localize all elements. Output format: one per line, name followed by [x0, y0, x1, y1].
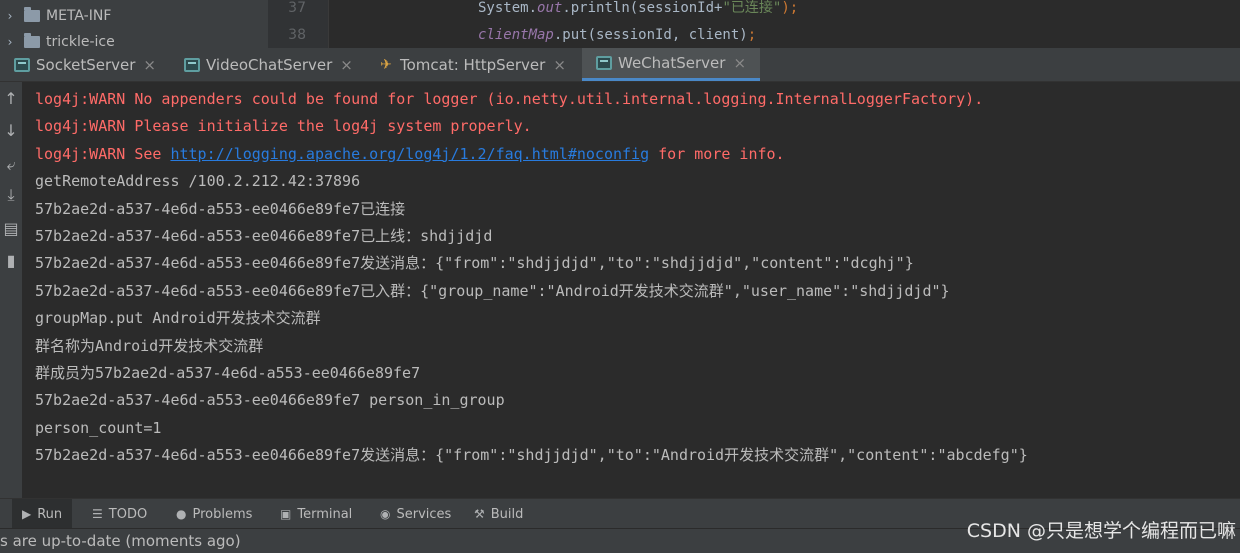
tab-label: Build [490, 506, 524, 522]
console-text: person_count=1 [35, 418, 162, 437]
tab-socketserver[interactable]: SocketServer × [14, 48, 156, 81]
tab-label: Run [37, 506, 63, 522]
expand-arrow-icon[interactable]: › [0, 35, 20, 48]
services-icon: ◉ [380, 507, 391, 521]
tab-tomcat-httpserver[interactable]: ✈ Tomcat: HttpServer × [378, 48, 566, 81]
editor-fold-area [328, 0, 397, 48]
close-icon[interactable]: × [733, 54, 746, 72]
status-message: s are up-to-date (moments ago) [0, 532, 241, 550]
code-token: ; [747, 27, 757, 43]
code-token: .put(sessionId, client) [553, 27, 748, 43]
console-line: log4j:WARN See http://logging.apache.org… [35, 141, 785, 168]
tab-label: SocketServer [36, 55, 136, 74]
code-line[interactable]: System.out.println(sessionId+"已连接"); [478, 0, 798, 20]
tab-terminal[interactable]: ▣ Terminal [280, 499, 352, 529]
console-output[interactable]: log4j:WARN No appenders could be found f… [22, 82, 1240, 498]
folder-icon [24, 33, 40, 48]
console-text: 57b2ae2d-a537-4e6d-a553-ee0466e89fe7发送消息… [35, 446, 1028, 465]
folder-icon [24, 7, 40, 22]
code-token: .println(sessionId+ [562, 0, 723, 16]
console-line: 57b2ae2d-a537-4e6d-a553-ee0466e89fe7 per… [35, 387, 505, 414]
tab-todo[interactable]: ☰ TODO [92, 499, 147, 529]
scroll-up-icon[interactable]: ↑ [0, 88, 22, 110]
console-text: log4j:WARN No appenders could be found f… [35, 90, 984, 108]
print-icon[interactable]: ▤ [0, 218, 22, 240]
console-icon [596, 56, 612, 70]
tomcat-icon: ✈ [380, 56, 392, 73]
line-number: 37 [288, 0, 306, 16]
editor-gutter: 37 38 [268, 0, 328, 48]
tab-problems[interactable]: ● Problems [176, 499, 252, 529]
close-icon[interactable]: × [553, 56, 566, 74]
close-icon[interactable]: × [340, 56, 353, 74]
console-text: 57b2ae2d-a537-4e6d-a553-ee0466e89fe7已连接 [35, 199, 406, 218]
console-line: 57b2ae2d-a537-4e6d-a553-ee0466e89fe7已上线：… [35, 223, 492, 250]
console-text: 群成员为57b2ae2d-a537-4e6d-a553-ee0466e89fe7 [35, 364, 421, 382]
console-line: log4j:WARN Please initialize the log4j s… [35, 113, 532, 140]
tab-label: Terminal [297, 506, 353, 522]
tab-label: TODO [108, 506, 148, 522]
console-icon [14, 57, 30, 72]
console-text: getRemoteAddress /100.2.212.42:37896 [35, 172, 361, 191]
tab-services[interactable]: ◉ Services [380, 499, 451, 529]
console-text: log4j:WARN See [35, 144, 171, 163]
run-config-tabs: SocketServer × VideoChatServer × ✈ Tomca… [0, 48, 1240, 82]
console-text: for more info. [649, 144, 785, 163]
tab-label: Services [396, 506, 452, 522]
tab-run[interactable]: ▶ Run [12, 499, 73, 529]
code-token: clientMap [478, 27, 554, 43]
problems-icon: ● [176, 507, 187, 521]
console-line: 57b2ae2d-a537-4e6d-a553-ee0466e89fe7发送消息… [35, 442, 1028, 469]
tab-build[interactable]: ⚒ Build [474, 499, 523, 529]
code-token: ); [781, 0, 799, 16]
console-text: groupMap.put Android开发技术交流群 [35, 309, 321, 328]
console-line: getRemoteAddress /100.2.212.42:37896 [35, 168, 360, 195]
code-token: out [537, 0, 563, 16]
console-text: log4j:WARN Please initialize the log4j s… [35, 117, 532, 136]
console-text: 57b2ae2d-a537-4e6d-a553-ee0466e89fe7已上线：… [35, 227, 493, 245]
line-number: 38 [288, 27, 306, 43]
console-line: 57b2ae2d-a537-4e6d-a553-ee0466e89fe7已连接 [35, 196, 405, 223]
todo-icon: ☰ [92, 507, 103, 521]
console-line: 57b2ae2d-a537-4e6d-a553-ee0466e89fe7已入群：… [35, 278, 950, 305]
scroll-down-icon[interactable]: ↓ [0, 120, 22, 142]
tab-videochatserver[interactable]: VideoChatServer × [184, 48, 353, 81]
run-left-toolbar: ↑ ↓ ⤶ ⤓ ▤ ▮ [0, 82, 22, 498]
tree-item-label: trickle-ice [46, 34, 115, 48]
tab-label: VideoChatServer [206, 55, 333, 74]
tab-label: Tomcat: HttpServer [400, 55, 546, 74]
console-link[interactable]: http://logging.apache.org/log4j/1.2/faq.… [170, 145, 649, 163]
console-text: 57b2ae2d-a537-4e6d-a553-ee0466e89fe7 per… [35, 391, 505, 410]
code-token: "已连接" [722, 0, 782, 16]
code-token: System. [478, 0, 538, 16]
console-line: groupMap.put Android开发技术交流群 [35, 305, 321, 332]
code-line[interactable]: clientMap.put(sessionId, client); [478, 23, 756, 47]
console-line: person_count=1 [35, 415, 161, 442]
close-icon[interactable]: × [143, 56, 156, 74]
tree-item-label: META-INF [46, 8, 112, 24]
console-icon [184, 57, 200, 72]
tab-wechatserver[interactable]: WeChatServer × [582, 48, 761, 81]
watermark: CSDN @只是想学个编程而已嘛 [966, 520, 1236, 542]
tree-item-trickle-ice[interactable]: › trickle-ice [0, 29, 115, 48]
soft-wrap-icon[interactable]: ⤶ [0, 154, 22, 176]
console-text: 群名称为Android开发技术交流群 [35, 336, 264, 355]
run-icon: ▶ [22, 507, 32, 521]
tree-item-meta-inf[interactable]: › META-INF [0, 3, 111, 29]
project-tree: › META-INF › trickle-ice [0, 0, 268, 48]
top-strip: › META-INF › trickle-ice 37 38 System.ou… [0, 0, 1240, 48]
build-icon: ⚒ [474, 507, 485, 521]
expand-arrow-icon[interactable]: › [0, 9, 20, 23]
tab-label: Problems [192, 506, 253, 522]
terminal-icon: ▣ [280, 507, 292, 521]
clear-all-icon[interactable]: ▮ [0, 250, 22, 272]
tab-label: WeChatServer [618, 54, 726, 72]
console-line: log4j:WARN No appenders could be found f… [35, 86, 983, 113]
console-text: 57b2ae2d-a537-4e6d-a553-ee0466e89fe7发送消息… [35, 254, 914, 273]
console-text: 57b2ae2d-a537-4e6d-a553-ee0466e89fe7已入群：… [35, 281, 950, 300]
scroll-to-end-icon[interactable]: ⤓ [0, 184, 22, 206]
console-line: 群名称为Android开发技术交流群 [35, 333, 263, 360]
console-line: 57b2ae2d-a537-4e6d-a553-ee0466e89fe7发送消息… [35, 250, 914, 277]
console-line: 群成员为57b2ae2d-a537-4e6d-a553-ee0466e89fe7 [35, 360, 420, 387]
